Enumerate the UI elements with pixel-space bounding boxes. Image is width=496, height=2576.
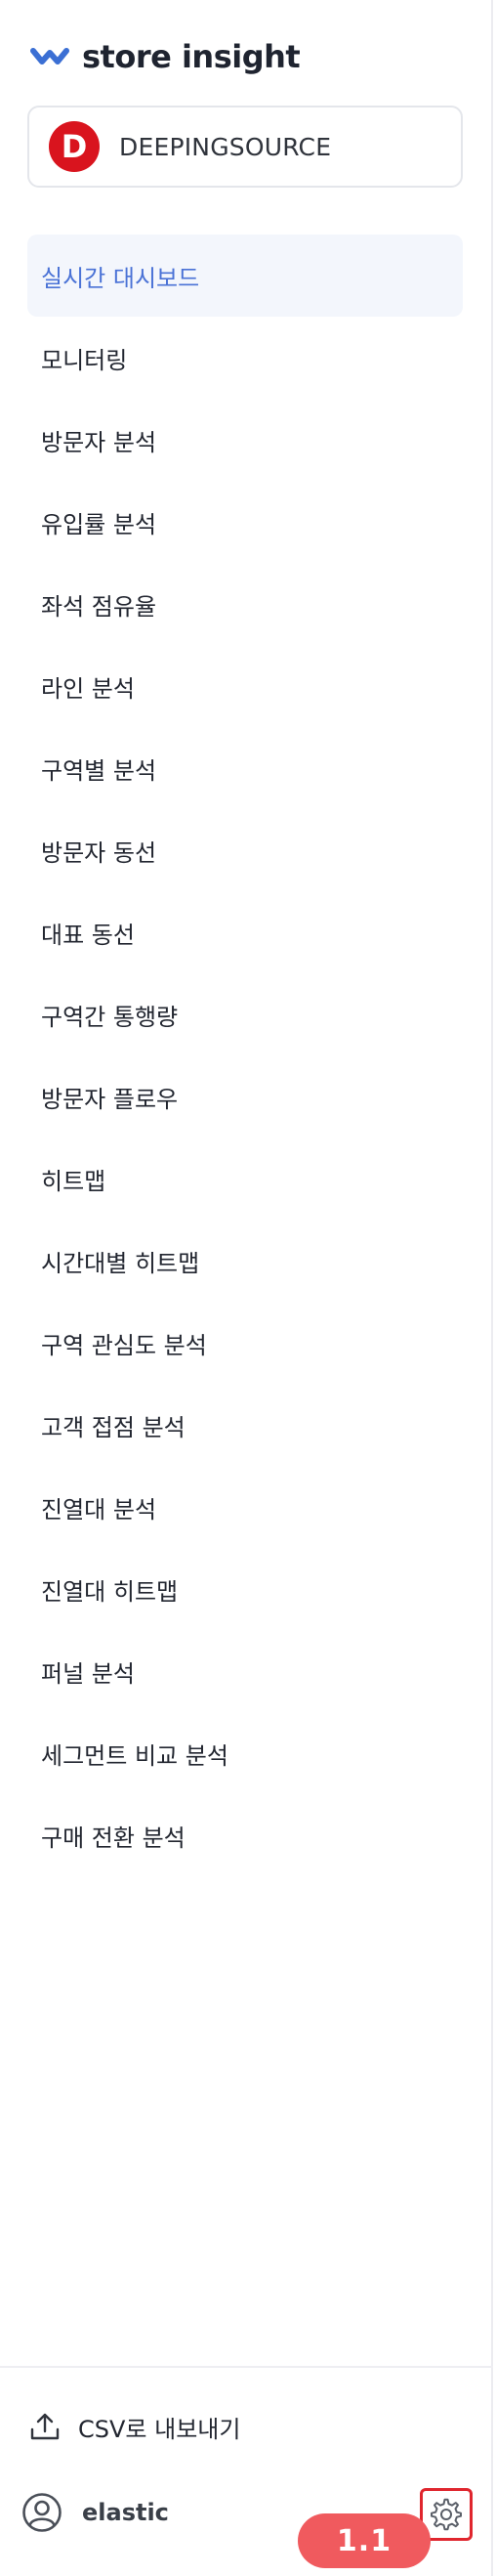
sidebar-item-visitor-path[interactable]: 방문자 동선 [27,809,463,891]
sidebar-item-label: 구매 전환 분석 [41,1824,186,1852]
sidebar-item-zone-analysis[interactable]: 구역별 분석 [27,727,463,809]
sidebar-item-purchase-conversion[interactable]: 구매 전환 분석 [27,1794,463,1876]
sidebar-item-label: 세그먼트 비교 분석 [41,1741,228,1770]
sidebar-item-zone-interest-analysis[interactable]: 구역 관심도 분석 [27,1302,463,1384]
gear-icon [431,2498,462,2531]
sidebar-item-visitor-analysis[interactable]: 방문자 분석 [27,399,463,481]
store-avatar-initial: D [61,128,88,165]
sidebar-item-seat-occupancy[interactable]: 좌석 점유율 [27,563,463,645]
footer-divider [0,2366,493,2368]
upload-icon [27,2409,62,2444]
user-profile[interactable]: elastic [21,2488,169,2537]
username: elastic [82,2499,169,2526]
sidebar-item-funnel-analysis[interactable]: 퍼널 분석 [27,1630,463,1712]
sidebar-item-label: 퍼널 분석 [41,1659,135,1688]
sidebar-item-label: 대표 동선 [41,921,135,949]
sidebar-item-label: 모니터링 [41,346,128,374]
store-name: DEEPINGSOURCE [119,132,332,161]
logo-text: store insight [82,38,301,75]
sidebar-item-inter-zone-traffic[interactable]: 구역간 통행량 [27,973,463,1055]
store-insight-logo-icon [30,48,69,64]
sidebar-item-label: 유입률 분석 [41,510,157,538]
sidebar-item-label: 방문자 동선 [41,838,157,867]
sidebar-item-label: 구역별 분석 [41,756,157,785]
sidebar-item-visitor-flow[interactable]: 방문자 플로우 [27,1055,463,1138]
sidebar-item-representative-path[interactable]: 대표 동선 [27,891,463,973]
sidebar-item-shelf-analysis[interactable]: 진열대 분석 [27,1466,463,1548]
sidebar-item-label: 방문자 분석 [41,428,157,456]
sidebar-item-monitoring[interactable]: 모니터링 [27,317,463,399]
sidebar-item-label: 시간대별 히트맵 [41,1249,200,1277]
sidebar-item-label: 라인 분석 [41,674,135,703]
sidebar-item-label: 방문자 플로우 [41,1085,179,1113]
sidebar-item-label: 실시간 대시보드 [41,264,200,292]
store-selector[interactable]: D DEEPINGSOURCE [27,106,463,188]
csv-export-button[interactable]: CSV로 내보내기 [27,2402,240,2451]
sidebar-item-label: 진열대 히트맵 [41,1577,179,1606]
sidebar-item-label: 구역 관심도 분석 [41,1331,207,1359]
version-label: 1.1 [336,2523,393,2558]
sidebar-item-inflow-rate-analysis[interactable]: 유입률 분석 [27,481,463,563]
store-avatar: D [49,121,100,172]
sidebar-item-label: 구역간 통행량 [41,1003,179,1031]
sidebar-item-label: 좌석 점유율 [41,592,157,621]
sidebar-nav: 실시간 대시보드 모니터링 방문자 분석 유입률 분석 좌석 점유율 라인 분석… [27,235,463,1876]
version-badge: 1.1 [298,2513,431,2568]
app-window: store insight D DEEPINGSOURCE 실시간 대시보드 모… [0,0,496,2576]
sidebar-item-customer-touchpoint-analysis[interactable]: 고객 접점 분석 [27,1384,463,1466]
sidebar-item-segment-comparison[interactable]: 세그먼트 비교 분석 [27,1712,463,1794]
user-circle-icon [21,2492,62,2533]
logo[interactable]: store insight [29,33,301,80]
sidebar-item-heatmap[interactable]: 히트맵 [27,1138,463,1220]
sidebar-item-hourly-heatmap[interactable]: 시간대별 히트맵 [27,1220,463,1302]
sidebar-item-realtime-dashboard[interactable]: 실시간 대시보드 [27,235,463,317]
sidebar-item-label: 진열대 분석 [41,1495,157,1524]
sidebar-item-line-analysis[interactable]: 라인 분석 [27,645,463,727]
sidebar-item-label: 히트맵 [41,1167,106,1195]
sidebar-item-shelf-heatmap[interactable]: 진열대 히트맵 [27,1548,463,1630]
csv-export-label: CSV로 내보내기 [78,2415,241,2443]
sidebar-item-label: 고객 접점 분석 [41,1413,186,1441]
sidebar: store insight D DEEPINGSOURCE 실시간 대시보드 모… [0,0,493,2576]
